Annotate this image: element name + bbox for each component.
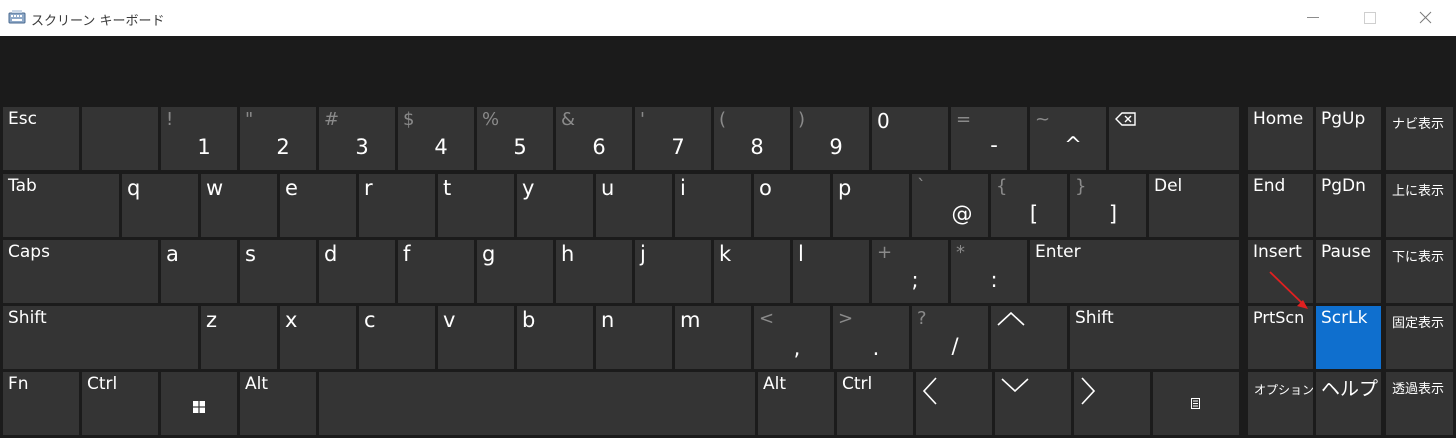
minimize-icon (1307, 17, 1319, 18)
key-end[interactable]: End (1248, 174, 1313, 237)
key-e[interactable]: e (280, 174, 356, 237)
key-insert[interactable]: Insert (1248, 240, 1313, 303)
key-n[interactable]: n (596, 306, 672, 369)
key-u[interactable]: u (596, 174, 672, 237)
key-colon[interactable]: *: (951, 240, 1027, 303)
key-5[interactable]: % 5 (477, 107, 553, 170)
key-arrow-up[interactable] (991, 306, 1067, 369)
key-comma[interactable]: <, (754, 306, 830, 369)
key-4[interactable]: $4 (398, 107, 474, 170)
backspace-icon (1115, 112, 1136, 126)
key-7[interactable]: ' 7 (635, 107, 711, 170)
maximize-icon (1364, 12, 1376, 24)
key-h[interactable]: h (556, 240, 632, 303)
key-0[interactable]: 0 (872, 107, 948, 170)
arrow-right-icon (1081, 377, 1095, 405)
key-fn[interactable]: Fn (3, 372, 79, 435)
key-y[interactable]: y (517, 174, 593, 237)
key-backspace[interactable] (1109, 107, 1239, 170)
key-windows[interactable] (161, 372, 237, 435)
key-alt-right[interactable]: Alt (758, 372, 834, 435)
key-caret[interactable]: ~ ^ (1030, 107, 1106, 170)
key-enter[interactable]: Enter (1030, 240, 1239, 303)
key-ctrl-right[interactable]: Ctrl (837, 372, 913, 435)
key-x[interactable]: x (280, 306, 356, 369)
key-f[interactable]: f (398, 240, 474, 303)
key-w[interactable]: w (201, 174, 277, 237)
key-m[interactable]: m (675, 306, 751, 369)
windows-icon (193, 401, 205, 413)
key-at[interactable]: ` @ (912, 174, 988, 237)
key-del[interactable]: Del (1149, 174, 1239, 237)
key-d[interactable]: d (319, 240, 395, 303)
key-v[interactable]: v (438, 306, 514, 369)
key-1[interactable]: ! 1 (161, 107, 237, 170)
key-g[interactable]: g (477, 240, 553, 303)
key-c[interactable]: c (359, 306, 435, 369)
key-menu[interactable] (1153, 372, 1239, 435)
key-8[interactable]: (8 (714, 107, 790, 170)
key-slash[interactable]: ? / (912, 306, 988, 369)
arrow-left-icon (923, 377, 937, 405)
menu-icon (1191, 398, 1200, 409)
key-options[interactable]: オプション (1248, 372, 1314, 435)
key-fade-show[interactable]: 透過表示 (1386, 372, 1453, 435)
key-3[interactable]: #3 (319, 107, 395, 170)
key-arrow-down[interactable] (995, 372, 1071, 435)
key-home[interactable]: Home (1248, 107, 1313, 170)
key-semicolon[interactable]: +; (872, 240, 948, 303)
key-space[interactable] (319, 372, 755, 435)
key-pgdn[interactable]: PgDn (1316, 174, 1381, 237)
key-fixed-show[interactable]: 固定表示 (1386, 306, 1453, 369)
close-icon (1419, 11, 1432, 24)
arrow-down-icon (1001, 378, 1029, 392)
key-down-show[interactable]: 下に表示 (1386, 240, 1453, 303)
key-hankaku[interactable] (82, 107, 158, 170)
title-bar: スクリーン キーボード (0, 0, 1456, 36)
key-left-bracket[interactable]: {[ (991, 174, 1067, 237)
key-minus[interactable]: = - (951, 107, 1027, 170)
key-i[interactable]: i (675, 174, 751, 237)
key-esc[interactable]: Esc (3, 107, 79, 170)
key-scrlk[interactable]: ScrLk (1316, 306, 1381, 369)
key-s[interactable]: s (240, 240, 316, 303)
key-a[interactable]: a (161, 240, 237, 303)
key-pgup[interactable]: PgUp (1316, 107, 1381, 170)
key-2[interactable]: " 2 (240, 107, 316, 170)
key-nav-show[interactable]: ナビ表示 (1386, 107, 1453, 170)
key-t[interactable]: t (438, 174, 514, 237)
key-9[interactable]: ) 9 (793, 107, 869, 170)
key-o[interactable]: o (754, 174, 830, 237)
key-prtscn[interactable]: PrtScn (1248, 306, 1313, 369)
key-period[interactable]: >. (833, 306, 909, 369)
key-j[interactable]: j (635, 240, 711, 303)
key-k[interactable]: k (714, 240, 790, 303)
close-button[interactable] (1402, 0, 1448, 36)
key-r[interactable]: r (359, 174, 435, 237)
key-up-show[interactable]: 上に表示 (1386, 174, 1453, 237)
key-help[interactable]: ヘルプ (1316, 372, 1381, 435)
arrow-up-icon (997, 312, 1025, 326)
key-pause[interactable]: Pause (1316, 240, 1381, 303)
on-screen-keyboard: Esc ! 1 " 2 #3 $4 % 5 & 6 ' 7 (8 ) 9 0 = - ~ ^ T… (0, 36, 1456, 438)
keyboard-app-icon (8, 10, 26, 24)
key-alt-left[interactable]: Alt (240, 372, 316, 435)
key-ctrl-left[interactable]: Ctrl (82, 372, 158, 435)
key-caps[interactable]: Caps (3, 240, 158, 303)
key-shift-left[interactable]: Shift (3, 306, 198, 369)
key-arrow-right[interactable] (1074, 372, 1150, 435)
key-shift-right[interactable]: Shift (1070, 306, 1239, 369)
key-arrow-left[interactable] (916, 372, 992, 435)
key-right-bracket[interactable]: }] (1070, 174, 1146, 237)
key-q[interactable]: q (122, 174, 198, 237)
window-title: スクリーン キーボード (31, 14, 165, 29)
key-z[interactable]: z (201, 306, 277, 369)
minimize-button[interactable] (1290, 0, 1336, 36)
key-p[interactable]: p (833, 174, 909, 237)
key-6[interactable]: & 6 (556, 107, 632, 170)
key-b[interactable]: b (517, 306, 593, 369)
key-tab[interactable]: Tab (3, 174, 119, 237)
key-l[interactable]: l (793, 240, 869, 303)
maximize-button[interactable] (1346, 0, 1392, 36)
